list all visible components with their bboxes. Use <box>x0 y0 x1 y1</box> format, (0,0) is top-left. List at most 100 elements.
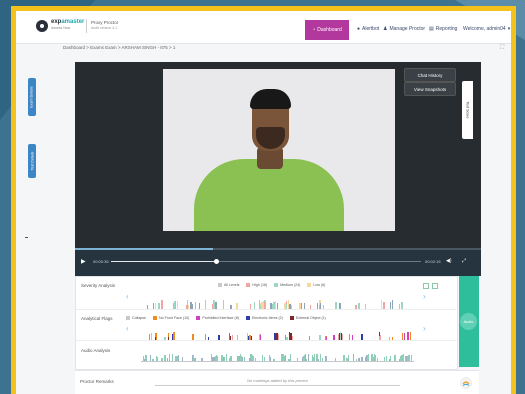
volume-icon[interactable]: ◀) <box>446 258 452 264</box>
chevron-left-icon[interactable]: ‹ <box>126 324 129 333</box>
legend-item[interactable]: Medium (24) <box>274 283 300 287</box>
tab-exam-details[interactable]: Exam Details <box>28 78 36 116</box>
audio-panel-button[interactable]: Audio <box>459 276 479 367</box>
timeline-mark <box>390 356 391 361</box>
seek-handle[interactable] <box>214 259 220 264</box>
timeline-mark <box>226 354 227 361</box>
timeline-mark <box>253 356 254 361</box>
user-icon: ♟ <box>383 26 388 32</box>
video-duration: 00:02:15 <box>425 259 441 264</box>
timeline-mark <box>167 358 168 361</box>
timeline-mark <box>288 359 289 361</box>
timeline-mark <box>194 358 195 361</box>
legend-swatch <box>274 283 279 287</box>
timeline-mark <box>161 358 163 361</box>
timeline-mark <box>403 354 404 361</box>
nav-reporting[interactable]: ▤ Reporting <box>429 26 457 32</box>
legend-label: High (18) <box>252 283 268 287</box>
divider <box>155 385 400 386</box>
timeline-mark <box>325 356 327 361</box>
breadcrumb[interactable]: Dashboard > Exams Exam > ARSHAM SINGH - … <box>63 45 175 50</box>
timeline-mark <box>322 358 323 361</box>
timeline-mark <box>275 301 276 309</box>
nav-dashboard[interactable]: ◔ Dashboard <box>305 20 349 40</box>
user-menu[interactable]: Welcome, admin04 ▾ <box>463 26 510 32</box>
fullscreen-icon[interactable]: ⤢ <box>462 258 466 264</box>
view-snapshots-button[interactable]: View Snapshots <box>404 82 456 96</box>
flags-timeline[interactable] <box>141 326 414 341</box>
legend-label: No Front Face (10) <box>158 316 190 320</box>
timeline-mark <box>384 358 385 361</box>
grid-view-icon[interactable] <box>423 283 429 289</box>
nav-alertbot-label: Alertbot <box>362 26 380 32</box>
expand-icon[interactable]: ⛶ <box>500 45 504 52</box>
timeline-mark <box>340 332 341 340</box>
legend-item[interactable]: External Object (1) <box>289 316 326 320</box>
nav-dashboard-label: Dashboard <box>317 27 342 33</box>
timeline-mark <box>264 357 265 361</box>
timeline-mark <box>169 357 170 361</box>
legend-item[interactable]: Electronic Items (2) <box>245 316 283 320</box>
audio-toggle[interactable]: Audio <box>460 313 477 330</box>
legend-item[interactable]: Collapse <box>126 316 146 320</box>
chevron-right-icon[interactable]: › <box>423 292 426 301</box>
remarks-icon[interactable] <box>460 377 472 389</box>
flags-label: Analytical Flags <box>81 316 113 321</box>
logo-wordmark: expamaster <box>51 19 84 25</box>
video-player[interactable]: Chat History View Snapshots Test Score ▶… <box>75 62 481 276</box>
candidate-hair <box>250 89 291 109</box>
timeline-mark <box>353 354 354 361</box>
tab-test-details[interactable]: Test Details <box>28 144 36 178</box>
timeline-mark <box>335 302 337 309</box>
chevron-down-icon: ▾ <box>507 26 511 32</box>
legend-item[interactable]: Low (6) <box>307 283 325 287</box>
chat-history-button[interactable]: Chat History <box>404 68 456 82</box>
play-icon[interactable]: ▶ <box>81 258 86 265</box>
test-score-tab[interactable]: Test Score <box>462 81 473 139</box>
timeline-mark <box>175 356 176 361</box>
timeline-mark <box>348 355 349 361</box>
timeline-mark <box>238 356 239 361</box>
proctor-empty-message: No markings added by this proctor <box>247 378 308 383</box>
audio-waveform[interactable] <box>141 349 414 362</box>
timeline-mark <box>411 355 412 361</box>
legend-item[interactable]: All Levels <box>218 283 239 287</box>
legend-label: Medium (24) <box>280 283 301 287</box>
chat-history-label: Chat History <box>417 72 443 78</box>
chevron-right-icon[interactable]: › <box>423 324 426 333</box>
legend-label: External Object (1) <box>295 316 326 320</box>
timeline-mark <box>405 357 406 361</box>
timeline-mark <box>161 300 163 309</box>
legend-item[interactable]: No Front Face (10) <box>152 316 190 320</box>
timeline-mark <box>284 356 285 361</box>
proctor-remarks-label: Proctor Remarks <box>80 379 114 384</box>
timeline-mark <box>217 356 218 361</box>
list-view-icon[interactable] <box>432 283 438 289</box>
tab-exam-details-label: Exam Details <box>30 86 35 108</box>
timeline-mark <box>343 355 345 361</box>
timeline-mark <box>229 333 230 340</box>
timeline-mark <box>224 358 225 361</box>
nav-manage-proctor[interactable]: ♟ Manage Proctor <box>383 26 425 32</box>
legend-item[interactable]: High (18) <box>246 283 267 287</box>
nav-alertbot[interactable]: ● Alertbot <box>357 26 379 32</box>
legend-item[interactable]: Prohibited Interface (8) <box>196 316 239 320</box>
buffer-track <box>75 248 481 250</box>
timeline-mark <box>308 354 309 361</box>
timeline-mark <box>201 358 202 361</box>
legend-label: Prohibited Interface (8) <box>202 316 239 320</box>
timeline-mark <box>244 357 245 361</box>
severity-timeline[interactable] <box>141 295 414 310</box>
timeline-mark <box>195 358 196 361</box>
timeline-mark <box>190 302 192 309</box>
chevron-left-icon[interactable]: ‹ <box>126 292 129 301</box>
timeline-mark <box>401 302 402 309</box>
audio-analysis-row: Audio Analysis <box>76 341 459 369</box>
timeline-mark <box>262 355 263 361</box>
timeline-mark <box>368 354 369 361</box>
timeline-mark <box>177 301 178 309</box>
seek-bar[interactable] <box>111 259 421 264</box>
timeline-mark <box>335 358 336 361</box>
timeline-mark <box>358 358 360 361</box>
timeline-mark <box>320 354 321 361</box>
